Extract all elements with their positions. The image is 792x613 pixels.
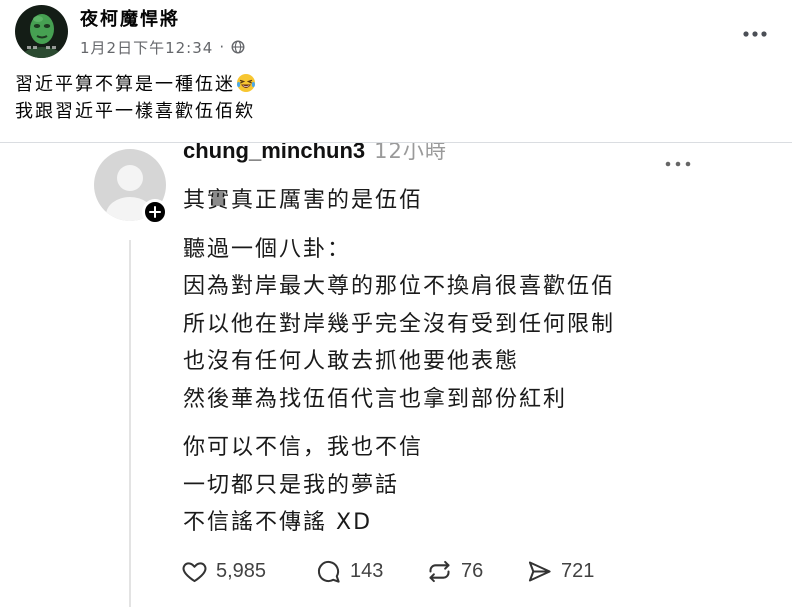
- threads-more-options-icon[interactable]: [662, 155, 694, 167]
- paragraph-3: 你可以不信，我也不信 一切都只是我的夢話 不信謠不傳謠 XD: [183, 429, 615, 542]
- text-line: 聽過一個八卦：: [183, 236, 352, 262]
- post-text: 習近平算不算是一種伍迷 我跟習近平一樣喜歡伍佰欸: [15, 71, 256, 125]
- embedded-threads-screenshot[interactable]: chung_minchun3 12小時 其實真正厲害的是伍佰 聽過一個八卦： 因…: [0, 142, 792, 613]
- text-line: 所以他在對岸幾乎完全沒有受到任何限制: [183, 311, 616, 337]
- more-options-icon[interactable]: [740, 25, 770, 37]
- repost-count: 76: [461, 560, 484, 582]
- text-line: 你可以不信，我也不信: [183, 435, 424, 460]
- threads-post-header: chung_minchun3 12小時: [183, 142, 447, 163]
- face-with-tears-of-joy-icon: [236, 73, 256, 93]
- like-count: 5,985: [216, 560, 267, 582]
- post-text-line: 習近平算不算是一種伍迷: [15, 71, 256, 98]
- text-line: 因為對岸最大尊的那位不換肩很喜歡伍佰: [183, 274, 616, 299]
- like-button[interactable]: 5,985: [181, 558, 266, 585]
- post-meta: 1月2日下午12:34 ·: [80, 36, 245, 58]
- comment-icon: [317, 560, 340, 583]
- share-button[interactable]: 721: [526, 558, 594, 585]
- share-count: 721: [561, 560, 595, 582]
- text-line: 一切都只是我的夢話: [183, 472, 400, 498]
- comment-button[interactable]: 143: [315, 558, 383, 585]
- author-avatar-image: [15, 5, 68, 58]
- meta-separator: ·: [219, 38, 226, 56]
- share-icon: [528, 561, 551, 582]
- post-text-line-2: 我跟習近平一樣喜歡伍佰欸: [15, 101, 255, 122]
- comment-count: 143: [350, 560, 384, 582]
- author-avatar[interactable]: [15, 5, 68, 58]
- post-text-line-1: 習近平算不算是一種伍迷: [15, 74, 235, 95]
- threads-username[interactable]: chung_minchun3: [183, 143, 365, 163]
- plus-icon: [149, 206, 161, 218]
- text-line: 也沒有任何人敢去抓他要他表態: [183, 349, 520, 374]
- heart-icon: [182, 562, 207, 583]
- follow-plus-button[interactable]: [142, 199, 168, 225]
- paragraph-1: 其實真正厲害的是伍佰: [183, 182, 615, 220]
- threads-post-body: 其實真正厲害的是伍佰 聽過一個八卦： 因為對岸最大尊的那位不換肩很喜歡伍佰 所以…: [183, 182, 615, 553]
- threads-time-ago: 12小時: [374, 142, 447, 163]
- thread-connector-line: [129, 240, 131, 607]
- text-line: 然後華為找伍佰代言也拿到部份紅利: [183, 386, 568, 412]
- paragraph-2: 聽過一個八卦： 因為對岸最大尊的那位不換肩很喜歡伍佰 所以他在對岸幾乎完全沒有受…: [183, 231, 615, 419]
- author-name[interactable]: 夜柯魔悍將: [80, 8, 180, 32]
- text-line: 不信謠不傳謠 XD: [183, 510, 373, 535]
- repost-button[interactable]: 76: [426, 558, 483, 585]
- post-timestamp[interactable]: 1月2日下午12:34: [80, 37, 213, 58]
- repost-icon: [429, 560, 450, 583]
- globe-icon[interactable]: [231, 40, 245, 54]
- text-line: 其實真正厲害的是伍佰: [183, 188, 424, 213]
